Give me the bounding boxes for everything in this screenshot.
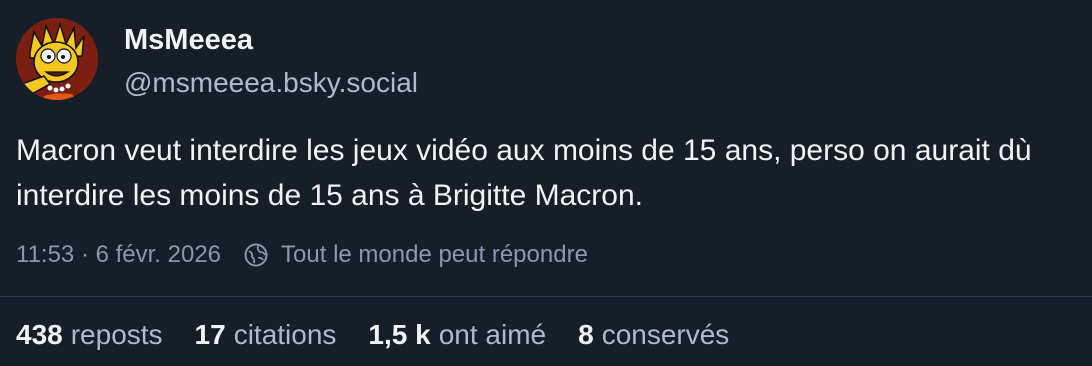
lisa-simpson-avatar-icon — [16, 18, 98, 100]
stat-label: citations — [233, 319, 337, 350]
post-meta: 11:53 · 6 févr. 2026 Tout le monde peut … — [16, 238, 588, 272]
stat-reposts[interactable]: 438 reposts — [16, 316, 163, 354]
engagement-stats: 438 reposts 17 citations 1,5 k ont aimé 8 co… — [16, 316, 761, 354]
author-block: MsMeeea @msmeeea.bsky.social — [124, 22, 418, 102]
stat-label: ont aimé — [438, 319, 547, 350]
reply-setting[interactable]: Tout le monde peut répondre — [281, 241, 588, 269]
stat-count: 438 — [16, 319, 63, 350]
stat-label: conservés — [601, 319, 730, 350]
post-card: MsMeeea @msmeeea.bsky.social Macron veut… — [0, 0, 1092, 366]
author-handle[interactable]: @msmeeea.bsky.social — [124, 64, 418, 102]
stat-bookmarks[interactable]: 8 conservés — [578, 316, 729, 354]
stat-count: 17 — [194, 319, 226, 350]
post-timestamp[interactable]: 11:53 · 6 févr. 2026 — [16, 241, 221, 269]
stat-likes[interactable]: 1,5 k ont aimé — [368, 316, 546, 354]
author-display-name[interactable]: MsMeeea — [124, 22, 418, 58]
avatar[interactable] — [16, 18, 98, 100]
globe-icon — [243, 242, 269, 268]
stat-citations[interactable]: 17 citations — [195, 316, 337, 354]
stat-count: 8 — [578, 319, 594, 350]
stat-count: 1,5 k — [368, 319, 431, 350]
divider — [0, 296, 1092, 297]
stat-label: reposts — [70, 319, 163, 350]
post-text: Macron veut interdire les jeux vidéo aux… — [16, 134, 1032, 212]
